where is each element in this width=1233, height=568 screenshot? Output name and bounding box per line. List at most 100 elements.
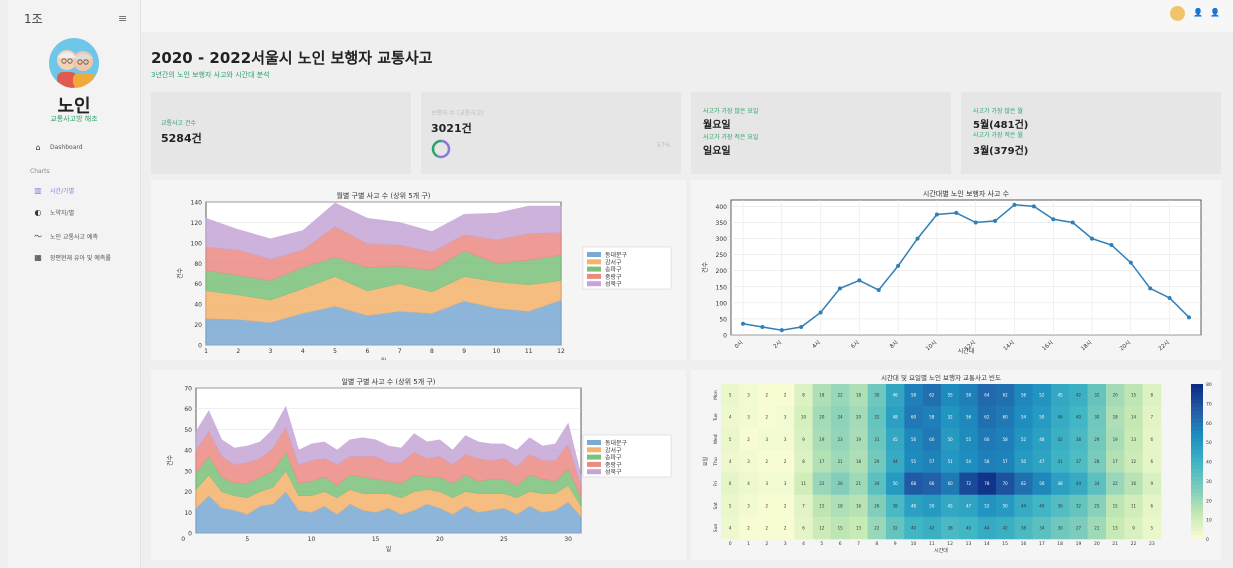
- chart-title: 시간대 및 요일별 노인 보행자 교통사고 빈도: [881, 373, 1001, 382]
- colorbar-segment: [1191, 407, 1203, 412]
- heatmap-cell-value: 9: [802, 437, 805, 442]
- elderly-couple-icon: [57, 50, 95, 88]
- y-tick-label: 400: [716, 204, 728, 211]
- kpi-label: 사고가 가장 적은 월: [973, 132, 1023, 139]
- heatmap-cell-value: 32: [893, 525, 899, 530]
- y-axis-label: 건수: [176, 268, 184, 280]
- legend-swatch: [587, 252, 601, 257]
- heatmap-cell-value: 5: [729, 437, 732, 442]
- data-point: [1187, 315, 1191, 320]
- heatmap-cell-value: 55: [948, 393, 954, 398]
- x-tick-label: 12: [947, 541, 953, 547]
- heatmap-cell-value: 48: [893, 415, 899, 420]
- hamburger-icon[interactable]: ≡: [118, 12, 127, 25]
- colorbar-tick-label: 60: [1206, 421, 1212, 427]
- legend-swatch: [587, 440, 601, 445]
- kpi-value: 5월(481건): [973, 120, 1029, 131]
- x-tick-label: 22시: [1158, 340, 1171, 352]
- heatmap-cell-value: 26: [874, 503, 880, 508]
- brand-label[interactable]: 1조: [24, 10, 43, 27]
- colorbar-segment: [1191, 519, 1203, 524]
- heatmap-cell-value: 17: [819, 459, 825, 464]
- sidebar-item-label: 노약자/별: [50, 210, 75, 217]
- progress-ring-icon: [431, 139, 451, 159]
- sidebar-item-age[interactable]: ◐ 노약자/별: [34, 208, 75, 217]
- kpi-label: 사고가 가장 적은 요일: [703, 134, 759, 141]
- y-tick-label: 50: [719, 316, 727, 323]
- heatmap-cell-value: 58: [1003, 437, 1009, 442]
- hourly-line-chart: 0 50 100 150 200 250 300 350 400 시간대별 노인 보행자 사고 수…: [701, 189, 1202, 355]
- y-tick-label: 80: [194, 261, 202, 268]
- colorbar-segment: [1191, 403, 1203, 408]
- heatmap-cell-value: 48: [911, 503, 917, 508]
- heatmap-cell-value: 50: [893, 481, 899, 486]
- heatmap-cell-value: 28: [1094, 459, 1100, 464]
- x-tick-label: 2시: [773, 340, 783, 350]
- heatmap-cell-value: 50: [1003, 503, 1009, 508]
- heatmap-cell-value: 42: [1076, 393, 1082, 398]
- heatmap-cell-value: 44: [1021, 503, 1027, 508]
- y-tick-label: 60: [194, 281, 202, 288]
- x-tick-label: 25: [500, 536, 508, 543]
- heatmap-cell-value: 57: [1003, 459, 1009, 464]
- colorbar-segment: [1191, 453, 1203, 459]
- trend-icon: 〜: [34, 232, 42, 241]
- heatmap-cell-value: 15: [838, 525, 844, 530]
- colorbar-segment: [1191, 500, 1203, 505]
- colorbar-segment: [1191, 504, 1203, 509]
- data-point: [818, 310, 823, 315]
- heatmap-cell-value: 52: [948, 415, 954, 420]
- sidebar-item-time[interactable]: ▥ 시간/기별: [34, 186, 74, 195]
- data-point: [1109, 243, 1114, 247]
- x-tick-label: 3: [784, 541, 787, 547]
- heatmap-cell-value: 18: [838, 503, 844, 508]
- data-point: [837, 286, 842, 291]
- heatmap-cell-value: 12: [819, 525, 825, 530]
- data-point: [760, 324, 765, 329]
- legend-swatch: [587, 461, 601, 467]
- y-tick-label: Fri: [713, 481, 719, 486]
- x-tick-label: 6: [365, 348, 369, 355]
- heatmap-cell-value: 9: [1132, 525, 1135, 530]
- x-tick-label: 6시: [850, 340, 860, 350]
- colorbar-tick-label: 50: [1206, 440, 1212, 446]
- daily-area-chart-panel: 0 10 20 30 40 50 60 70 일별 구별 사고 수 (상위 5개 구) 일 건수 0 5…: [151, 370, 686, 560]
- user-avatar[interactable]: [1170, 6, 1185, 21]
- heatmap-cell-value: 47: [1039, 459, 1045, 464]
- heatmap-cell-value: 22: [819, 481, 825, 486]
- heatmap-cell-value: 62: [1003, 393, 1009, 398]
- heatmap-cell-value: 6: [729, 481, 732, 486]
- heatmap-cell-value: 5: [729, 503, 732, 508]
- heatmap-cell-value: 10: [801, 415, 807, 420]
- data-point: [973, 220, 978, 225]
- data-point: [799, 324, 804, 329]
- legend-swatch: [587, 281, 601, 287]
- heatmap-cell-value: 21: [856, 481, 862, 486]
- y-tick-label: 350: [716, 220, 728, 227]
- colorbar-segment: [1191, 473, 1203, 478]
- colorbar-tick-label: 20: [1206, 498, 1212, 504]
- heatmap-cell-value: 11: [801, 481, 807, 486]
- heatmap-cell-value: 31: [874, 437, 880, 442]
- sidebar-item-prediction[interactable]: 〜 노인 교통사고 예측: [34, 231, 98, 242]
- monthly-area-chart: 0 20 40 60 80 100 120 140 월별 구별 사고 수 (상위 5개 구) 월 건…: [176, 191, 672, 365]
- home-icon: ⌂: [35, 143, 41, 152]
- user-icon[interactable]: 👤: [1193, 8, 1203, 17]
- heatmap-cell-value: 3: [784, 415, 787, 420]
- user-settings-icon[interactable]: 👤: [1210, 8, 1220, 17]
- x-tick-label: 0시: [734, 340, 744, 350]
- heatmap-cell-value: 2: [784, 459, 787, 464]
- y-tick-label: 60: [184, 406, 192, 413]
- kpi-value: 5284건: [161, 132, 202, 145]
- kpi-percent: 57%: [657, 142, 671, 149]
- data-point: [934, 212, 939, 217]
- heatmap-cell-value: 60: [948, 481, 954, 486]
- legend-label: 동대문구: [605, 251, 628, 259]
- heatmap-cell-value: 56: [1039, 481, 1045, 486]
- legend-label: 강서구: [605, 258, 622, 266]
- x-tick-label: 22: [1131, 541, 1137, 547]
- sidebar-item-table[interactable]: ▦ 장편현재 유아 및 예측률: [34, 253, 111, 262]
- sidebar-item-dashboard[interactable]: ⌂ Dashboard: [34, 143, 82, 152]
- x-tick-label: 3: [269, 348, 273, 355]
- heatmap-cell-value: 50: [1039, 415, 1045, 420]
